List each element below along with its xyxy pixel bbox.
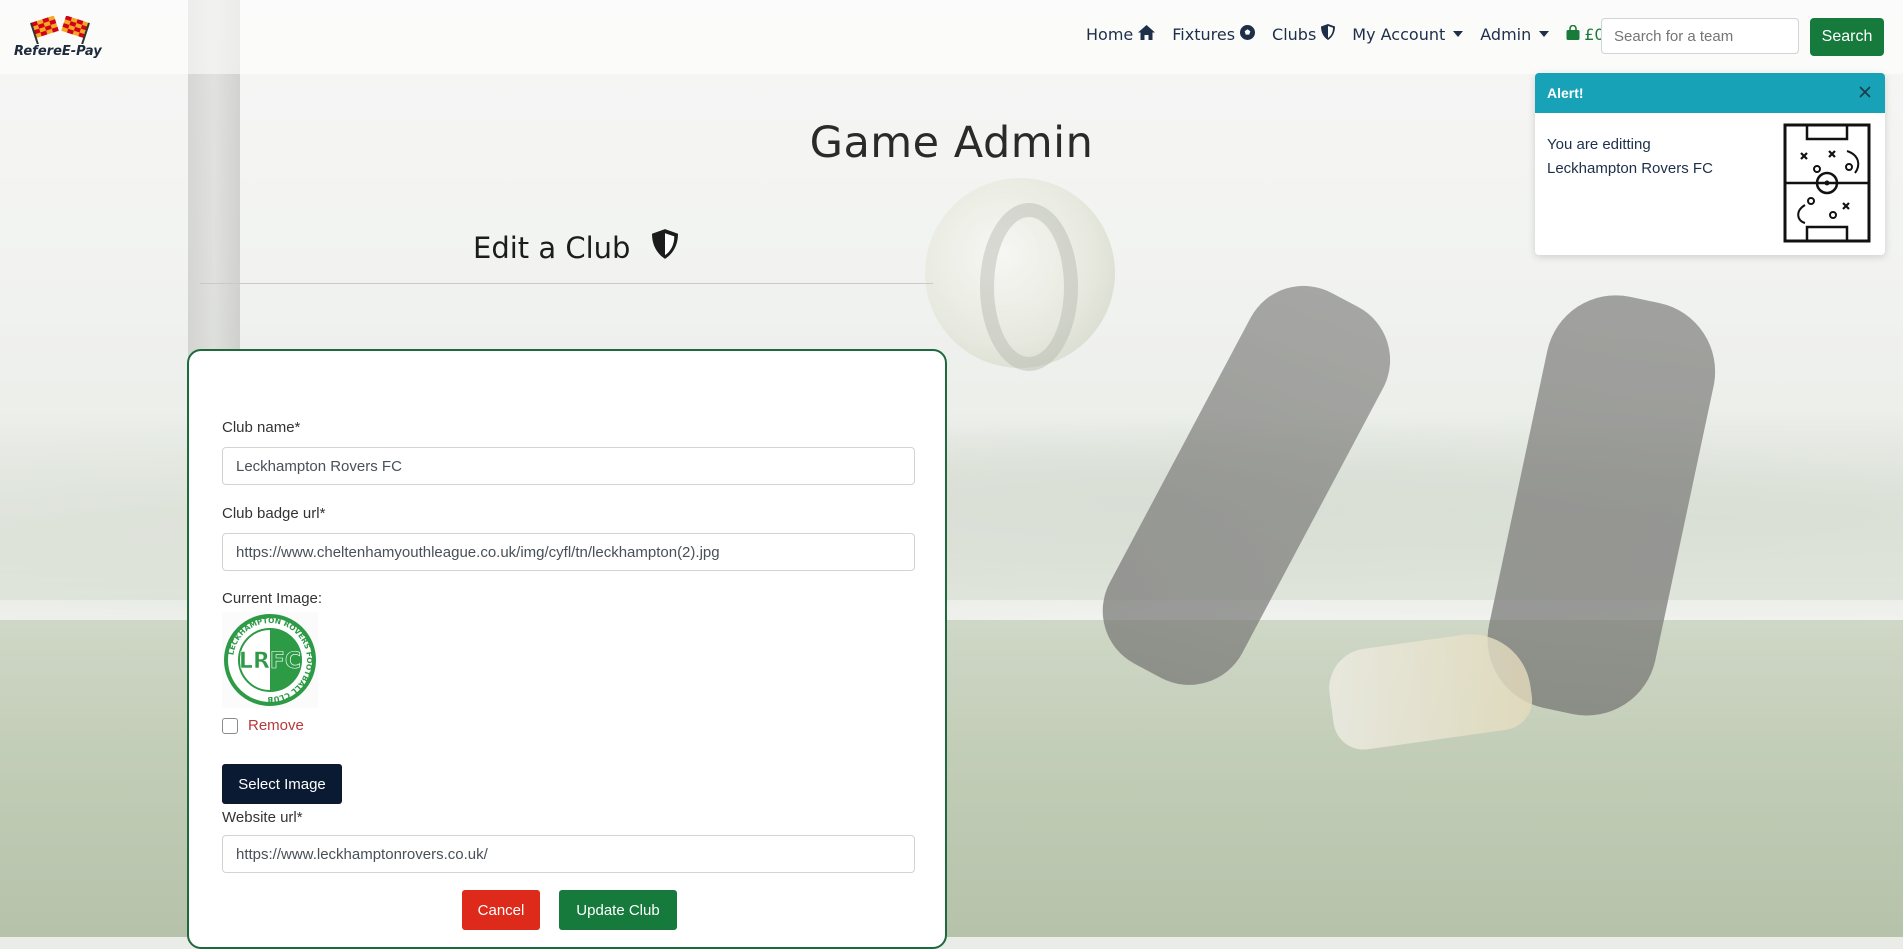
nav-clubs-label: Clubs — [1272, 24, 1317, 44]
nav-home-label: Home — [1086, 24, 1134, 44]
shield-icon — [652, 229, 679, 266]
badge-url-label: Club badge url* — [222, 505, 326, 522]
caret-down-icon — [1539, 31, 1550, 37]
remove-image-checkbox[interactable]: Remove — [222, 717, 304, 734]
nav-my-account-label: My Account — [1352, 24, 1446, 44]
toast-message: You are editting Leckhampton Rovers FC — [1547, 133, 1737, 181]
club-badge-image: LECKHAMPTON ROVERS FOOTBALL CLUB LRFC — [222, 612, 318, 708]
checkered-flags-icon — [30, 16, 90, 44]
main-nav: Home Fixtures Clubs My Account Admin — [1086, 24, 1638, 44]
search-input[interactable] — [1601, 18, 1799, 54]
nav-clubs[interactable]: Clubs — [1272, 24, 1336, 44]
nav-home[interactable]: Home — [1086, 24, 1156, 44]
brand-name: RefereE-Pay — [14, 44, 102, 59]
nav-fixtures-label: Fixtures — [1172, 24, 1236, 44]
remove-label: Remove — [248, 717, 304, 734]
toast-line-1: You are editting — [1547, 136, 1651, 153]
edit-club-form: Club name* Leckhampton Rovers FC Club ba… — [187, 349, 947, 949]
website-url-label: Website url* — [222, 809, 303, 826]
search-button[interactable]: Search — [1810, 18, 1884, 56]
alert-toast: Alert! You are editting Leckhampton Rove… — [1535, 73, 1885, 255]
select-image-button[interactable]: Select Image — [222, 764, 342, 804]
section-heading: Edit a Club — [473, 229, 679, 266]
badge-initials: LRFC — [239, 649, 301, 674]
nav-my-account[interactable]: My Account — [1352, 24, 1464, 44]
caret-down-icon — [1453, 31, 1464, 37]
club-name-input[interactable]: Leckhampton Rovers FC — [222, 447, 915, 485]
badge-url-input[interactable]: https://www.cheltenhamyouthleague.co.uk/… — [222, 533, 915, 571]
website-url-input[interactable]: https://www.leckhamptonrovers.co.uk/ — [222, 835, 915, 873]
navbar: RefereE-Pay Home Fixtures Clubs My Accou… — [0, 0, 1903, 74]
brand-logo[interactable]: RefereE-Pay — [14, 16, 104, 62]
toast-title: Alert! — [1547, 85, 1584, 101]
checkbox[interactable] — [222, 717, 238, 734]
soccer-ball-icon — [1240, 24, 1256, 44]
shopping-bag-icon — [1566, 24, 1580, 44]
nav-admin-label: Admin — [1480, 24, 1532, 44]
update-club-button[interactable]: Update Club — [559, 890, 677, 930]
close-icon[interactable] — [1857, 84, 1873, 100]
divider — [200, 283, 933, 284]
section-title: Edit a Club — [473, 230, 631, 265]
club-name-label: Club name* — [222, 419, 301, 436]
shield-icon — [1321, 24, 1336, 44]
toast-line-2: Leckhampton Rovers FC — [1547, 160, 1713, 177]
nav-fixtures[interactable]: Fixtures — [1172, 24, 1256, 44]
tactics-board-icon — [1783, 123, 1871, 243]
current-image-label: Current Image: — [222, 590, 323, 607]
nav-admin[interactable]: Admin — [1480, 24, 1550, 44]
home-icon — [1138, 24, 1156, 44]
toast-header: Alert! — [1535, 73, 1885, 113]
cancel-button[interactable]: Cancel — [462, 890, 540, 930]
